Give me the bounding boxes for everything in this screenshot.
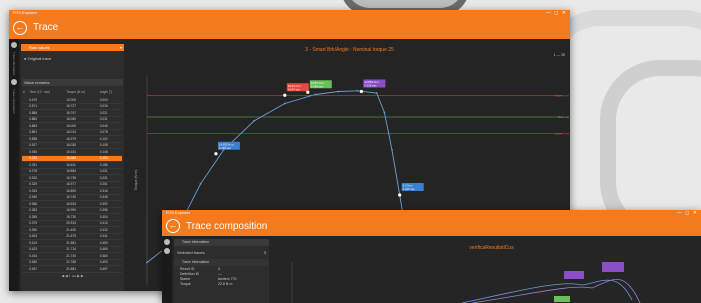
values-table: # Time (10⁻ sec) Torque (N·m) Angle (°) 0.4… <box>22 86 122 273</box>
mark-box <box>554 296 570 302</box>
mark-point <box>214 152 218 156</box>
composition-chart-svg <box>291 262 641 303</box>
column-header[interactable]: Angle (°) <box>99 86 122 97</box>
left-toolbar: Trace information Trace composition <box>9 39 19 291</box>
trace-select-dropdown[interactable]: Raw values ▾ <box>21 44 124 51</box>
settings-icon[interactable] <box>11 79 17 86</box>
limit-label: Lower limit <box>555 132 570 136</box>
y-axis-label: Torque (N·m) <box>134 170 138 191</box>
mark-label: 0.147 sec <box>288 87 301 91</box>
mark-point <box>398 193 402 197</box>
mark-box <box>602 262 624 272</box>
data-point <box>314 93 317 96</box>
data-point <box>375 92 378 94</box>
data-point <box>391 149 393 151</box>
trace-side-panel: Raw values ▾ ● Original trace Value rema… <box>21 44 124 291</box>
column-header[interactable]: Torque (N·m) <box>65 86 98 97</box>
data-point <box>356 89 359 92</box>
original-trace-option[interactable]: ● Original trace <box>24 56 121 61</box>
data-point <box>146 261 148 264</box>
limit-label: Nominal <box>558 115 569 119</box>
table-cell: 0.457 <box>28 265 66 273</box>
original-trace-label: Original trace <box>27 56 52 61</box>
vertical-tab-traces[interactable]: Trace information <box>12 52 16 75</box>
data-point <box>199 182 202 185</box>
mark-label: 0.103 sec <box>219 146 232 150</box>
app-title: RTS Explorer <box>13 10 37 15</box>
trace-select-label: Raw values <box>29 45 50 50</box>
table-row[interactable]: 0.457 21.881 0.497 <box>22 265 122 273</box>
data-point <box>283 102 286 105</box>
data-point <box>383 111 386 114</box>
mark-box <box>564 271 584 279</box>
page-title: Trace <box>33 22 59 33</box>
trace-icon[interactable] <box>11 42 17 48</box>
mark-label: 0.215 sec <box>364 84 377 88</box>
back-arrow-icon[interactable]: ← <box>13 20 27 35</box>
data-point <box>253 119 256 122</box>
column-header[interactable]: Time (10⁻ sec) <box>28 86 65 97</box>
mark-label: 0.245 sec <box>403 187 416 191</box>
table-cell: 21.881 <box>65 265 99 273</box>
table-pager[interactable]: ◀ ◀ 1 ◂ ▸ ▶ ▶ <box>21 274 124 278</box>
mark-point <box>306 90 310 94</box>
chevron-down-icon: ▾ <box>119 45 122 50</box>
page-header: ← Trace <box>9 16 570 39</box>
vertical-tab-composition[interactable]: Trace composition <box>12 89 16 113</box>
values-title: Value remarks <box>22 79 123 86</box>
table-cell: 0.497 <box>98 265 122 273</box>
trace-composition-window: RTS Explorer — ◻ ✕ ← Trace composition T… <box>162 210 701 303</box>
mark-point <box>283 93 287 97</box>
limit-label: Upper limit <box>555 93 570 97</box>
mark-label: 0.148 sec <box>311 84 324 88</box>
mark-point <box>359 89 363 94</box>
trace-curve <box>461 279 633 303</box>
table-header-row: # Time (10⁻ sec) Torque (N·m) Angle (°) <box>22 86 122 97</box>
data-point <box>337 90 340 93</box>
